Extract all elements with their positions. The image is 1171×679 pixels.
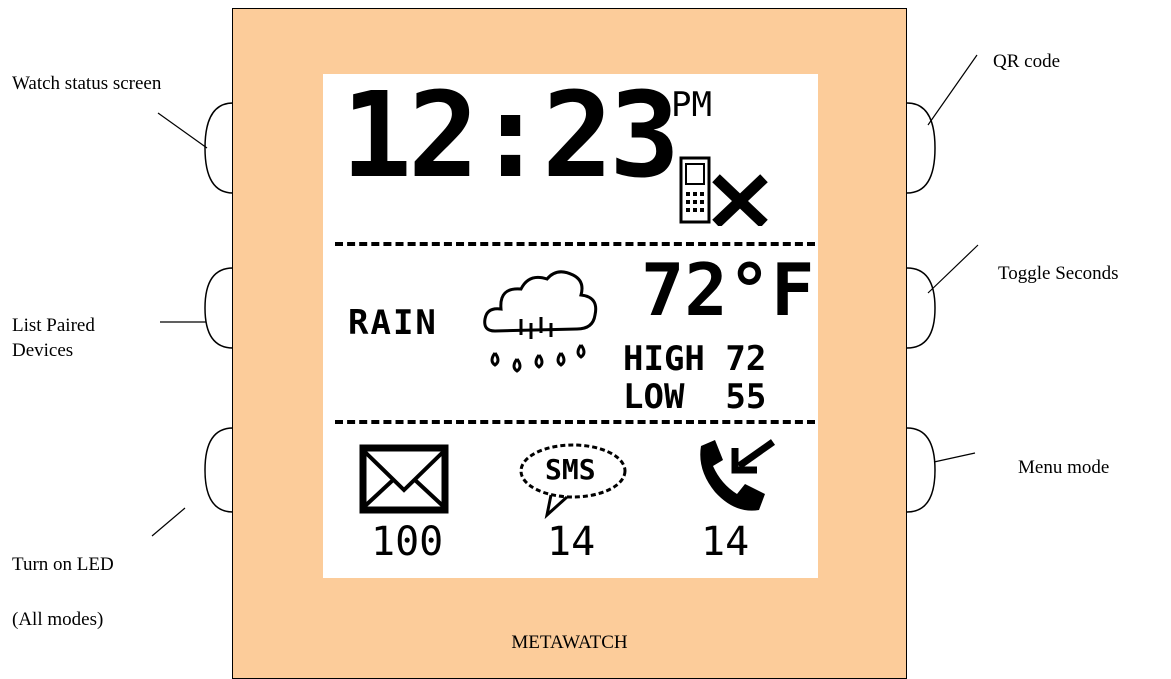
left-top-button[interactable] bbox=[204, 102, 234, 194]
watch-screen: 12:23 PM RAIN 72°F HIGH 72 LOW 55 100 SM… bbox=[323, 74, 818, 578]
brand-label: METAWATCH bbox=[511, 632, 628, 653]
label-watch-status: Watch status screen bbox=[12, 73, 162, 94]
call-count: 14 bbox=[701, 519, 750, 565]
sms-count: 14 bbox=[547, 519, 596, 565]
ampm-label: PM bbox=[671, 85, 712, 125]
temperature: 72°F bbox=[641, 248, 815, 332]
right-bottom-button[interactable] bbox=[906, 427, 936, 513]
right-middle-button[interactable] bbox=[906, 267, 936, 349]
divider-bottom bbox=[335, 420, 815, 424]
label-all-modes: (All modes) bbox=[12, 609, 104, 630]
label-menu-mode: Menu mode bbox=[1018, 457, 1110, 478]
phone-disconnected-icon bbox=[679, 156, 768, 226]
envelope-icon bbox=[359, 444, 449, 514]
label-toggle-seconds: Toggle Seconds bbox=[998, 263, 1119, 284]
divider-top bbox=[335, 242, 815, 246]
sms-label: SMS bbox=[545, 453, 596, 486]
time-display: 12:23 bbox=[341, 66, 680, 204]
forecast-low: LOW 55 bbox=[623, 377, 767, 417]
label-list-paired-devices: List Paired Devices bbox=[12, 315, 95, 361]
left-bottom-button[interactable] bbox=[204, 427, 234, 513]
left-middle-button[interactable] bbox=[204, 267, 234, 349]
right-top-button[interactable] bbox=[906, 102, 936, 194]
forecast-high: HIGH 72 bbox=[623, 339, 767, 379]
missed-call-icon bbox=[700, 439, 776, 511]
label-turn-on-led: Turn on LED bbox=[12, 554, 114, 575]
label-qr-code: QR code bbox=[993, 51, 1061, 72]
email-count: 100 bbox=[371, 519, 444, 565]
watch-body: 12:23 PM RAIN 72°F HIGH 72 LOW 55 100 SM… bbox=[232, 8, 907, 679]
rain-cloud-icon bbox=[483, 270, 598, 373]
weather-condition: RAIN bbox=[348, 303, 438, 343]
